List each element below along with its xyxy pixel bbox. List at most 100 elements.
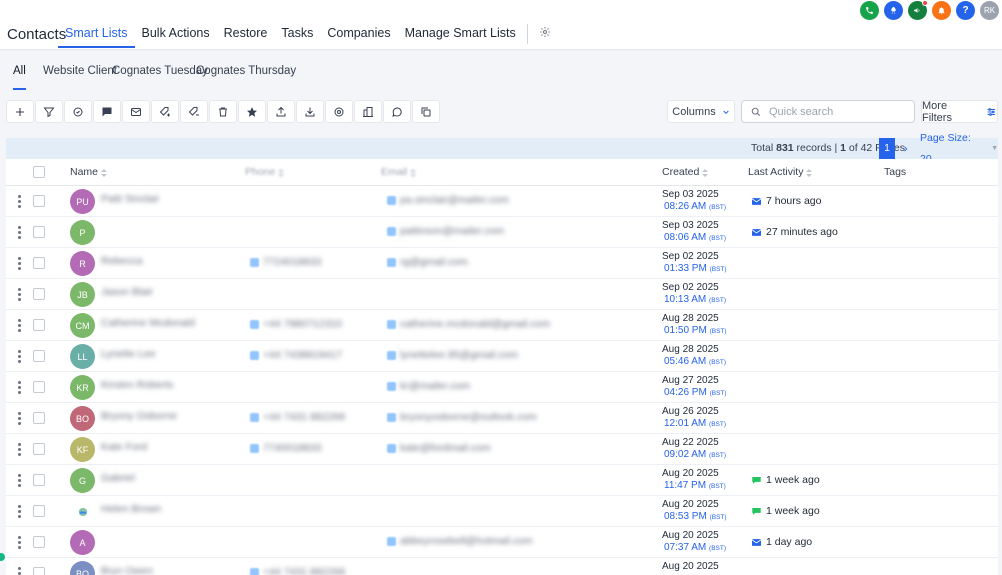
add-icon[interactable] [6, 100, 34, 123]
megaphone-icon[interactable] [908, 0, 928, 20]
rocket-icon[interactable] [884, 1, 903, 20]
avatar[interactable]: JB [70, 282, 95, 307]
contact-name[interactable]: Bryn Owen [101, 565, 153, 575]
column-phone[interactable]: Phone [245, 159, 285, 186]
row-menu-icon[interactable] [18, 412, 21, 425]
user-avatar[interactable]: RK [980, 1, 999, 20]
avatar[interactable]: R [70, 251, 95, 276]
export-icon[interactable] [267, 100, 295, 123]
avatar[interactable]: BO [70, 561, 95, 575]
list-tab-cognates-thursday[interactable]: Cognates Thursday [196, 50, 296, 90]
contact-name[interactable]: Kate Ford [101, 441, 147, 453]
phone-cell[interactable]: 7724018833 [250, 256, 321, 268]
star-icon[interactable] [238, 100, 266, 123]
row-checkbox[interactable] [33, 288, 45, 300]
table-row[interactable]: CM Catherine Mcdonald +44 7880712310 cather… [6, 310, 998, 341]
table-row[interactable]: JB Jason Blair Sep 02 2025 10:13 AM (BST) [6, 279, 998, 310]
table-row[interactable]: G Gabriel Aug 20 2025 11:47 PM (BST) 1 we… [6, 465, 998, 496]
next-page-icon[interactable] [899, 138, 911, 159]
row-checkbox[interactable] [33, 350, 45, 362]
filter-icon[interactable] [35, 100, 63, 123]
row-checkbox[interactable] [33, 505, 45, 517]
table-row[interactable]: PU Patti Sinclair pa.sinclair@mailer.com S… [6, 186, 998, 217]
workflow-icon[interactable] [64, 100, 92, 123]
row-checkbox[interactable] [33, 226, 45, 238]
import-icon[interactable] [296, 100, 324, 123]
tab-tasks[interactable]: Tasks [274, 16, 320, 48]
row-menu-icon[interactable] [18, 474, 21, 487]
email-cell[interactable]: kate@fordmail.com [387, 442, 491, 454]
table-row[interactable]: KF Kate Ford 7740018833 kate@fordmail.com A… [6, 434, 998, 465]
row-menu-icon[interactable] [18, 288, 21, 301]
column-last-activity[interactable]: Last Activity [748, 159, 813, 186]
tab-manage-smart-lists[interactable]: Manage Smart Lists [398, 16, 523, 48]
avatar[interactable]: A [70, 530, 95, 555]
phone-cell[interactable]: +44 7880712310 [250, 318, 342, 330]
table-row[interactable]: Aabbeyrosebell@hotmail.com Aug 20 2025 0… [6, 527, 998, 558]
more-filters-button[interactable]: More Filters [921, 100, 998, 124]
row-menu-icon[interactable] [18, 505, 21, 518]
avatar[interactable]: G [70, 468, 95, 493]
table-row[interactable]: LL Lynette Lee +44 7438819417 lynettelee.95… [6, 341, 998, 372]
row-checkbox[interactable] [33, 257, 45, 269]
row-menu-icon[interactable] [18, 319, 21, 332]
support-widget-dot[interactable] [0, 553, 5, 561]
quick-search-field[interactable] [741, 100, 915, 123]
avatar[interactable]: BO [70, 406, 95, 431]
merge-icon[interactable] [325, 100, 353, 123]
avatar[interactable]: LL [70, 344, 95, 369]
duplicate-icon[interactable] [412, 100, 440, 123]
contact-name[interactable]: Patti Sinclair [101, 193, 159, 205]
help-icon[interactable]: ? [956, 1, 975, 20]
email-icon[interactable] [122, 100, 150, 123]
row-checkbox[interactable] [33, 412, 45, 424]
tab-bulk-actions[interactable]: Bulk Actions [135, 16, 217, 48]
avatar[interactable] [70, 499, 95, 524]
page-size-select[interactable]: Page Size: 20▼ [920, 132, 998, 165]
contact-name[interactable]: Helen Brown [101, 503, 161, 515]
contact-name[interactable]: Lynette Lee [101, 348, 156, 360]
row-menu-icon[interactable] [18, 257, 21, 270]
column-email[interactable]: Email [381, 159, 417, 186]
row-menu-icon[interactable] [18, 536, 21, 549]
row-menu-icon[interactable] [18, 350, 21, 363]
avatar[interactable]: PU [70, 189, 95, 214]
row-menu-icon[interactable] [18, 567, 21, 575]
message-icon[interactable] [93, 100, 121, 123]
company-icon[interactable] [354, 100, 382, 123]
contact-name[interactable]: Jason Blair [101, 286, 153, 298]
bell-icon[interactable] [932, 1, 951, 20]
row-checkbox[interactable] [33, 381, 45, 393]
row-checkbox[interactable] [33, 195, 45, 207]
email-cell[interactable]: abbeyrosebell@hotmail.com [387, 535, 533, 547]
contact-name[interactable]: Bryony Osborne [101, 410, 177, 422]
list-tab-website-client[interactable]: Website Client [43, 50, 117, 90]
table-row[interactable]: R Rebecca 7724018833 rg@gmail.com Sep 02 20… [6, 248, 998, 279]
row-checkbox[interactable] [33, 536, 45, 548]
row-checkbox[interactable] [33, 567, 45, 575]
table-row[interactable]: Ppattinson@mailer.com Sep 03 2025 08:06 … [6, 217, 998, 248]
search-input[interactable] [769, 105, 899, 118]
tab-smart-lists[interactable]: Smart Lists [58, 16, 135, 48]
table-row[interactable]: Helen Brown Aug 20 2025 08:53 PM (BST) 1… [6, 496, 998, 527]
table-row[interactable]: BO Bryn Owen +44 7431 882268 Aug 20 2025 [6, 558, 998, 575]
page-1-button[interactable]: 1 [879, 138, 895, 159]
email-cell[interactable]: kr@mailer.com [387, 380, 470, 392]
contact-name[interactable]: Rebecca [101, 255, 142, 267]
select-all-checkbox[interactable] [33, 166, 45, 178]
phone-cell[interactable]: +44 7431 882268 [250, 411, 345, 423]
tab-companies[interactable]: Companies [320, 16, 397, 48]
columns-button[interactable]: Columns [667, 100, 735, 123]
tag-add-icon[interactable] [151, 100, 179, 123]
row-menu-icon[interactable] [18, 226, 21, 239]
avatar[interactable]: KR [70, 375, 95, 400]
phone-icon[interactable] [860, 1, 879, 20]
avatar[interactable]: CM [70, 313, 95, 338]
row-checkbox[interactable] [33, 474, 45, 486]
email-cell[interactable]: catherine.mcdonald@gmail.com [387, 318, 550, 330]
email-cell[interactable]: lynettelee.95@gmail.com [387, 349, 518, 361]
phone-cell[interactable]: +44 7431 882268 [250, 566, 345, 575]
delete-icon[interactable] [209, 100, 237, 123]
row-menu-icon[interactable] [18, 195, 21, 208]
email-cell[interactable]: bryonyosborne@outlook.com [387, 411, 537, 423]
